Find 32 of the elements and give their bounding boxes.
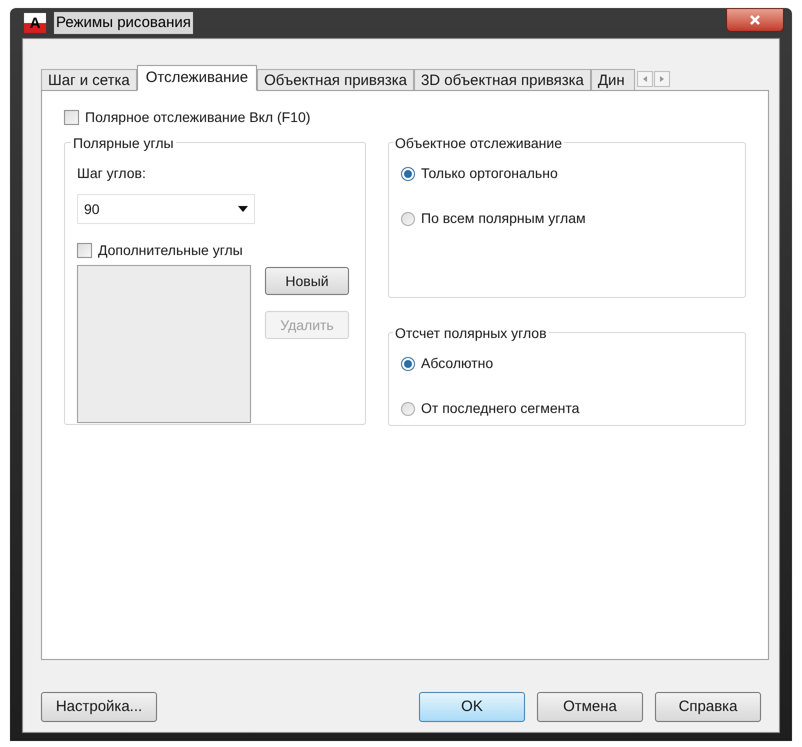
checkbox[interactable]: [64, 110, 79, 125]
dropdown-value: 90: [84, 200, 100, 218]
radio-label: Абсолютно: [421, 354, 494, 373]
tab[interactable]: 3D объектная привязка: [414, 69, 591, 91]
tab[interactable]: Объектная привязка: [257, 69, 414, 91]
checkbox[interactable]: [77, 243, 92, 258]
radio-label: От последнего сегмента: [421, 399, 580, 418]
scroll-right-icon[interactable]: [654, 71, 670, 87]
radio-button[interactable]: [401, 166, 415, 180]
dropdown-arrow-icon: [238, 206, 248, 212]
tab[interactable]: Отслеживание: [136, 65, 258, 91]
checkbox-label: Дополнительные углы: [98, 241, 243, 260]
radio-button[interactable]: [401, 402, 415, 416]
radio-button[interactable]: [401, 212, 415, 226]
scroll-left-icon[interactable]: [636, 71, 653, 87]
angle-list[interactable]: [77, 265, 251, 423]
dialog-button[interactable]: Справка: [655, 692, 761, 722]
field-label: Шаг углов:: [77, 164, 146, 183]
radio-label: По всем полярным углам: [421, 209, 586, 228]
dialog-button[interactable]: Настройка...: [41, 692, 157, 722]
radio-label: Только ортогонально: [421, 164, 558, 183]
tab[interactable]: Дин: [590, 69, 635, 91]
window-title: Режимы рисования: [54, 12, 193, 34]
radio-button[interactable]: [401, 356, 415, 370]
close-icon: [749, 14, 761, 26]
new-button[interactable]: Новый: [265, 267, 349, 295]
dialog-button[interactable]: Отмена: [537, 692, 643, 722]
checkbox-label: Полярное отслеживание Вкл (F10): [85, 108, 310, 127]
dialog-button[interactable]: OK: [419, 692, 525, 722]
angle-dropdown[interactable]: 90: [77, 194, 255, 224]
tab[interactable]: Шаг и сетка: [41, 69, 137, 91]
close-button[interactable]: [726, 8, 784, 32]
